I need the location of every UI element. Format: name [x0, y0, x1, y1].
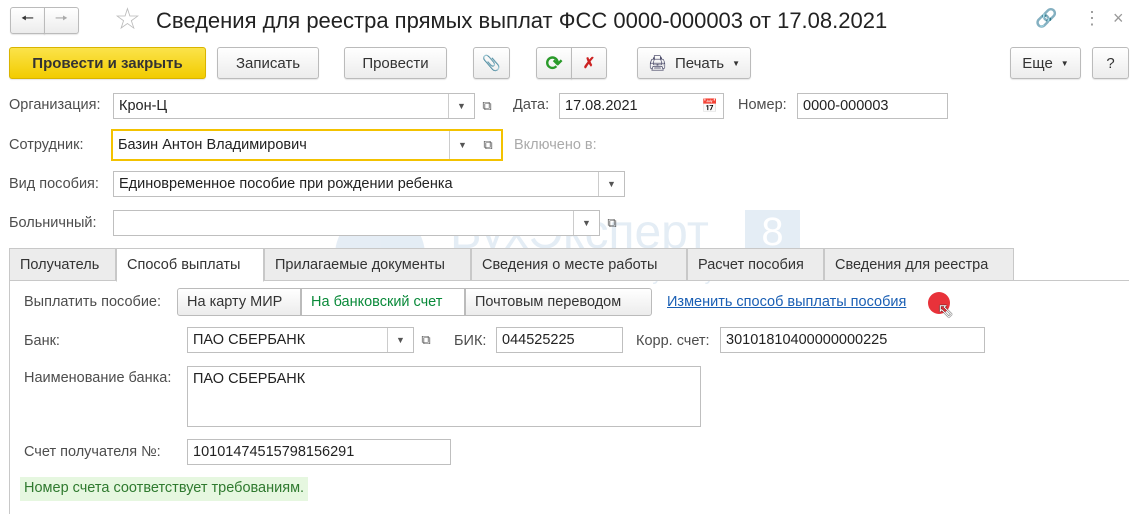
account-status-message: Номер счета соответствует требованиям.	[20, 477, 309, 501]
benefit-type-label: Вид пособия:	[9, 176, 99, 192]
tab-recipient[interactable]: Получатель	[9, 248, 116, 281]
sick-leave-field[interactable]: ▼	[113, 210, 600, 236]
option-bank-account[interactable]: На банковский счет	[301, 288, 465, 316]
post-button[interactable]: Провести	[344, 47, 447, 79]
save-button[interactable]: Записать	[217, 47, 319, 79]
corr-account-label: Корр. счет:	[636, 333, 710, 349]
benefit-type-field[interactable]: Единовременное пособие при рождении ребе…	[113, 171, 625, 197]
account-field[interactable]: 10101474515798156291	[187, 439, 451, 465]
link-icon[interactable]: 🔗	[1035, 8, 1057, 29]
open-icon[interactable]: ⧉	[414, 327, 438, 353]
close-icon[interactable]: ×	[1113, 8, 1124, 29]
more-button[interactable]: Еще ▼	[1010, 47, 1081, 79]
employee-label: Сотрудник:	[9, 137, 84, 153]
bik-field[interactable]: 044525225	[496, 327, 623, 353]
help-button[interactable]: ?	[1092, 47, 1129, 79]
back-button[interactable]: 🠔	[10, 7, 45, 34]
bank-name-label: Наименование банка:	[24, 370, 172, 386]
open-icon[interactable]: ⧉	[475, 93, 499, 119]
clear-movements-icon: ✗	[582, 55, 596, 72]
date-label: Дата:	[513, 97, 550, 113]
organization-field[interactable]: Крон-Ц ▼	[113, 93, 475, 119]
organization-label: Организация:	[9, 97, 101, 113]
tab-workplace-info[interactable]: Сведения о месте работы	[471, 248, 687, 281]
sick-leave-label: Больничный:	[9, 215, 97, 231]
attach-button[interactable]: 📎	[473, 47, 510, 79]
printer-icon: 🖨	[647, 55, 667, 72]
chevron-down-icon: ▼	[1060, 58, 1069, 68]
date-field[interactable]: 17.08.2021 📅	[559, 93, 724, 119]
refresh-icon: ⟳	[545, 52, 563, 75]
clear-posting-button[interactable]: ✗	[571, 47, 607, 79]
window-title: Сведения для реестра прямых выплат ФСС 0…	[156, 8, 888, 33]
tab-benefit-calculation[interactable]: Расчет пособия	[687, 248, 824, 281]
chevron-down-icon[interactable]: ▼	[598, 172, 624, 196]
included-in-label: Включено в:	[514, 137, 597, 153]
option-mir-card[interactable]: На карту МИР	[177, 288, 301, 316]
mouse-pointer-icon: ⬁	[937, 300, 954, 322]
open-icon[interactable]: ⧉	[600, 210, 624, 236]
post-and-close-button[interactable]: Провести и закрыть	[9, 47, 206, 79]
number-field[interactable]: 0000-000003	[797, 93, 948, 119]
pay-benefit-label: Выплатить пособие:	[24, 294, 162, 310]
account-label: Счет получателя №:	[24, 444, 161, 460]
option-postal-transfer[interactable]: Почтовым переводом	[465, 288, 652, 316]
employee-field[interactable]: Базин Антон Владимирович ▼ ⧉	[111, 129, 503, 161]
more-menu-icon[interactable]: ⋮	[1083, 8, 1101, 29]
bank-name-field[interactable]: ПАО СБЕРБАНК	[187, 366, 701, 427]
calendar-icon[interactable]: 📅	[697, 94, 723, 118]
refresh-button[interactable]: ⟳	[536, 47, 572, 79]
tab-registry-info[interactable]: Сведения для реестра	[824, 248, 1014, 281]
chevron-down-icon[interactable]: ▼	[387, 328, 413, 352]
bank-field[interactable]: ПАО СБЕРБАНК ▼	[187, 327, 414, 353]
number-label: Номер:	[738, 97, 787, 113]
change-payment-method-link[interactable]: Изменить способ выплаты пособия	[667, 294, 906, 310]
tab-attached-documents[interactable]: Прилагаемые документы	[264, 248, 471, 281]
paperclip-icon: 📎	[482, 55, 501, 72]
chevron-down-icon[interactable]: ▼	[448, 94, 474, 118]
chevron-down-icon: ▼	[732, 58, 741, 68]
bik-label: БИК:	[454, 333, 487, 349]
forward-button[interactable]: 🠖	[44, 7, 79, 34]
tab-payment-method[interactable]: Способ выплаты	[116, 248, 264, 282]
bank-label: Банк:	[24, 333, 60, 349]
chevron-down-icon[interactable]: ▼	[573, 211, 599, 235]
corr-account-field[interactable]: 30101810400000000225	[720, 327, 985, 353]
favorite-star-icon[interactable]: ☆	[114, 2, 141, 37]
open-icon[interactable]: ⧉	[475, 131, 501, 159]
print-button[interactable]: 🖨 Печать ▼	[637, 47, 751, 79]
chevron-down-icon[interactable]: ▼	[449, 131, 475, 159]
